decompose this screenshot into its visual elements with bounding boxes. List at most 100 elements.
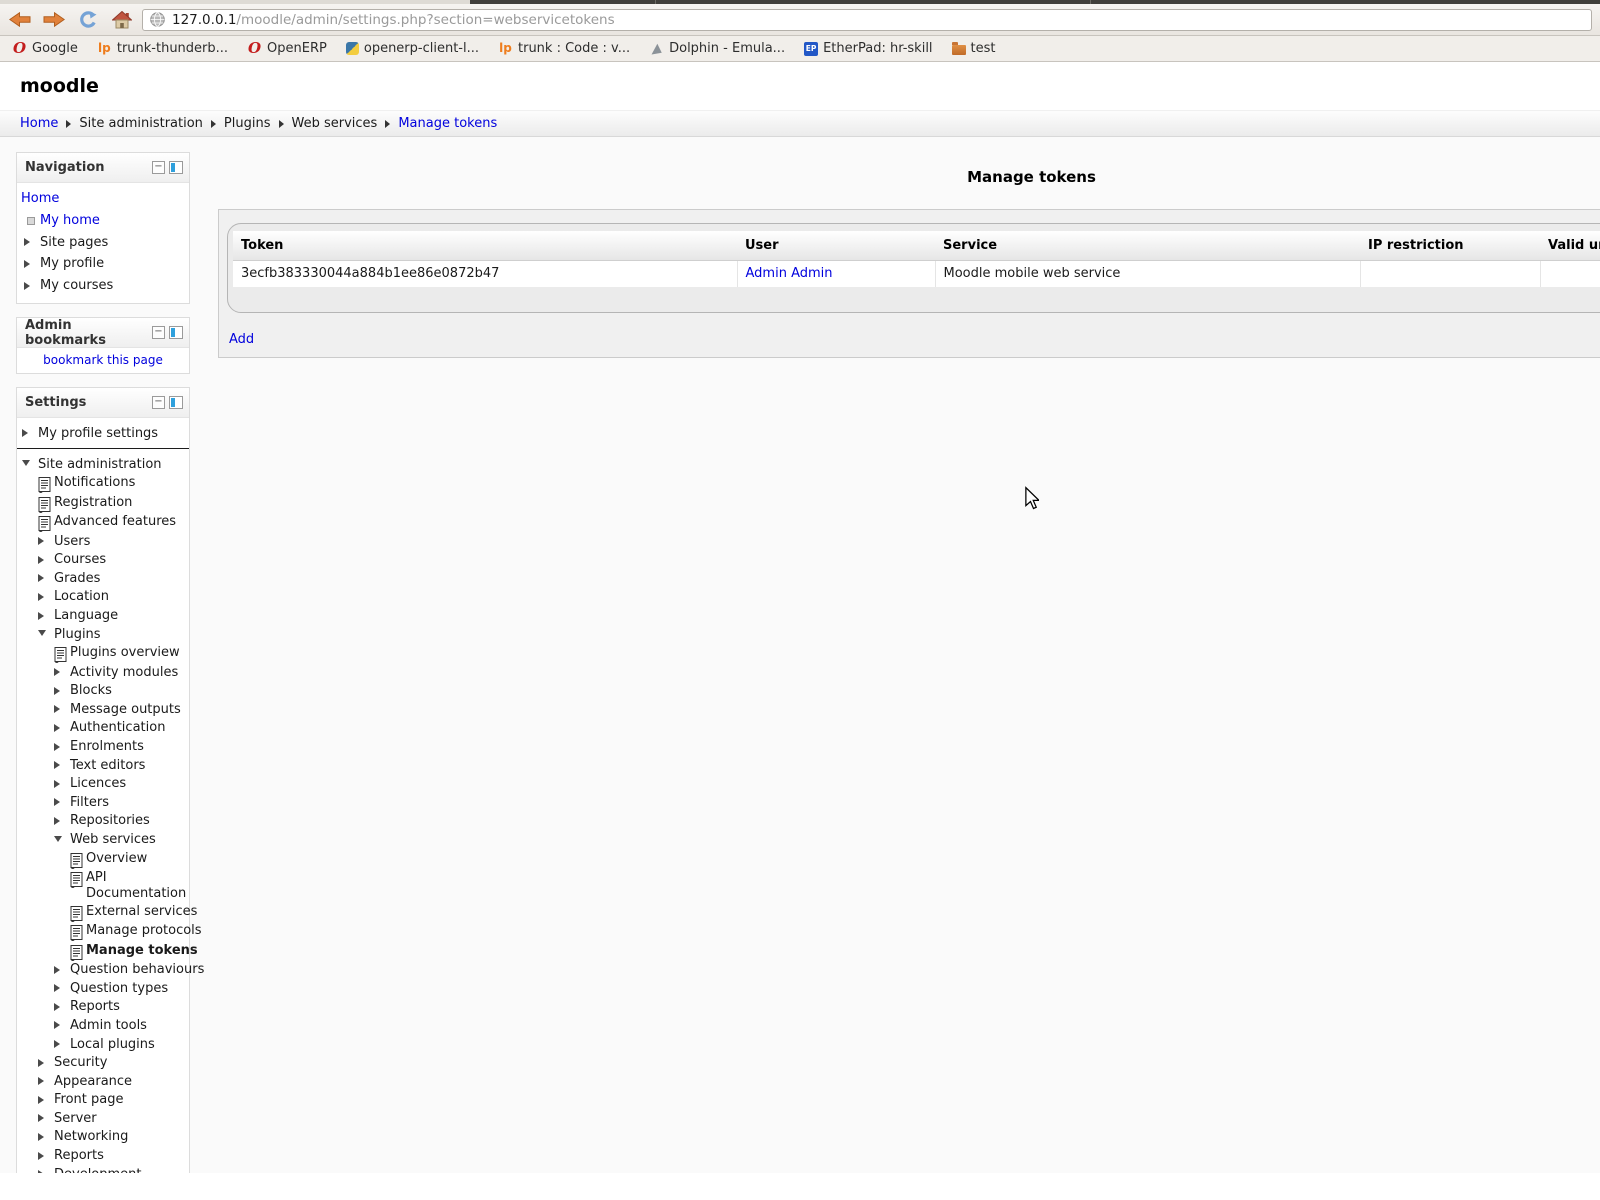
breadcrumb-link[interactable]: Home <box>20 116 58 131</box>
tree-item[interactable]: Grades <box>17 569 189 588</box>
tree-divider <box>17 448 189 449</box>
tree-item[interactable]: Licences <box>17 775 189 794</box>
reload-button[interactable] <box>74 7 102 33</box>
forward-button[interactable] <box>40 7 68 33</box>
expanded-triangle-icon <box>54 834 70 842</box>
collapsed-triangle-icon <box>38 1113 54 1123</box>
tree-item[interactable]: My profile settings <box>17 424 189 443</box>
add-token-link[interactable]: Add <box>229 332 254 347</box>
tree-item[interactable]: Registration <box>17 493 189 513</box>
tree-item[interactable]: Admin tools <box>17 1016 189 1035</box>
tree-item[interactable]: Location <box>17 588 189 607</box>
tree-item[interactable]: Message outputs <box>17 700 189 719</box>
collapsed-triangle-icon <box>24 282 40 290</box>
tree-item[interactable]: Language <box>17 607 189 626</box>
tree-item[interactable]: Question types <box>17 979 189 998</box>
tree-item[interactable]: External services <box>17 902 189 922</box>
tree-item-label: Language <box>54 608 118 624</box>
settings-block-header: Settings <box>17 388 189 418</box>
collapse-block-icon[interactable] <box>152 396 165 409</box>
service-cell: Moodle mobile web service <box>935 260 1360 287</box>
tree-item[interactable]: Web services <box>17 831 189 850</box>
tree-item-label: Front page <box>54 1092 123 1108</box>
tree-item[interactable]: Networking <box>17 1128 189 1147</box>
table-header-row: TokenUserServiceIP restrictionValid unti… <box>233 231 1600 260</box>
bookmark-item[interactable]: trunk-thunderb... <box>97 41 228 56</box>
tree-item-label: API Documentation <box>86 870 184 902</box>
tree-item-label: Local plugins <box>70 1037 155 1053</box>
dock-block-icon[interactable] <box>169 396 183 409</box>
back-button[interactable] <box>6 7 34 33</box>
tree-item[interactable]: Reports <box>17 1147 189 1166</box>
tree-item-label: Appearance <box>54 1074 132 1090</box>
tree-item-label: Users <box>54 534 90 550</box>
tree-item-label: Networking <box>54 1129 128 1145</box>
bookmark-item[interactable]: Dolphin - Emula... <box>649 41 785 56</box>
tree-item[interactable]: Activity modules <box>17 663 189 682</box>
tree-item[interactable]: Development <box>17 1165 189 1173</box>
tree-item[interactable]: Overview <box>17 849 189 869</box>
tree-item[interactable]: Appearance <box>17 1072 189 1091</box>
tree-item[interactable]: Users <box>17 532 189 551</box>
tree-item[interactable]: Server <box>17 1109 189 1128</box>
url-bar[interactable]: 127.0.0.1/moodle/admin/settings.php?sect… <box>142 9 1592 31</box>
tree-item[interactable]: API Documentation <box>17 869 189 903</box>
breadcrumb-item: Plugins <box>224 116 271 131</box>
tree-item[interactable]: Question behaviours <box>17 961 189 980</box>
tree-item[interactable]: Advanced features <box>17 513 189 533</box>
collapse-block-icon[interactable] <box>152 326 165 339</box>
tree-item[interactable]: Reports <box>17 998 189 1017</box>
navigation-block-header: Navigation <box>17 153 189 183</box>
tree-item[interactable]: Notifications <box>17 474 189 494</box>
tree-item[interactable]: Local plugins <box>17 1035 189 1054</box>
document-icon <box>38 477 54 493</box>
bookmark-item[interactable]: EtherPad: hr-skill <box>804 41 932 56</box>
dock-block-icon[interactable] <box>169 326 183 339</box>
collapsed-triangle-icon <box>24 238 40 246</box>
tree-item[interactable]: Front page <box>17 1091 189 1110</box>
collapse-block-icon[interactable] <box>152 161 165 174</box>
user-link[interactable]: Admin Admin <box>746 266 833 281</box>
collapsed-triangle-icon <box>54 1020 70 1030</box>
tree-item[interactable]: Courses <box>17 551 189 570</box>
sidebar-nav-item[interactable]: Home <box>17 188 189 210</box>
tree-item-label: Manage protocols <box>86 923 202 939</box>
sidebar-nav-item[interactable]: Site pages <box>17 231 189 253</box>
page-heading: Manage tokens <box>218 168 1600 186</box>
tree-item-label: Notifications <box>54 475 135 491</box>
bookmark-item[interactable]: OpenERP <box>247 41 327 56</box>
home-button[interactable] <box>108 7 136 33</box>
tree-item[interactable]: Enrolments <box>17 738 189 757</box>
tree-item[interactable]: Security <box>17 1054 189 1073</box>
tree-item[interactable]: Plugins <box>17 625 189 644</box>
tokens-table: TokenUserServiceIP restrictionValid unti… <box>233 231 1600 287</box>
sidebar-nav-item[interactable]: My courses <box>17 275 189 297</box>
globe-icon <box>150 12 165 27</box>
tree-item[interactable]: Authentication <box>17 719 189 738</box>
tree-item[interactable]: Blocks <box>17 682 189 701</box>
tree-item[interactable]: Manage protocols <box>17 922 189 942</box>
bookmark-item[interactable]: test <box>952 41 996 56</box>
document-icon <box>70 906 86 922</box>
tree-item[interactable]: Plugins overview <box>17 644 189 664</box>
dolphin-icon <box>649 41 664 56</box>
collapsed-triangle-icon <box>54 1039 70 1049</box>
bookmark-label: trunk-thunderb... <box>117 41 228 56</box>
document-icon <box>38 516 54 532</box>
bookmark-item[interactable]: trunk : Code : v... <box>498 41 630 56</box>
sidebar-nav-item[interactable]: My home <box>17 210 189 232</box>
breadcrumb-link[interactable]: Manage tokens <box>398 116 497 131</box>
sidebar-nav-item[interactable]: My profile <box>17 253 189 275</box>
tree-item[interactable]: Manage tokens <box>17 941 189 961</box>
tree-item[interactable]: Filters <box>17 793 189 812</box>
bookmark-label: Google <box>32 41 78 56</box>
nav-item-label: Home <box>21 191 59 206</box>
bookmark-this-page-link[interactable]: bookmark this page <box>17 348 189 373</box>
tree-item[interactable]: Text editors <box>17 756 189 775</box>
tree-item[interactable]: Repositories <box>17 812 189 831</box>
bookmark-item[interactable]: Google <box>12 41 78 56</box>
dock-block-icon[interactable] <box>169 161 183 174</box>
tree-item[interactable]: Site administration <box>17 455 189 474</box>
bookmark-label: OpenERP <box>267 41 327 56</box>
bookmark-item[interactable]: openerp-client-l... <box>346 41 479 56</box>
